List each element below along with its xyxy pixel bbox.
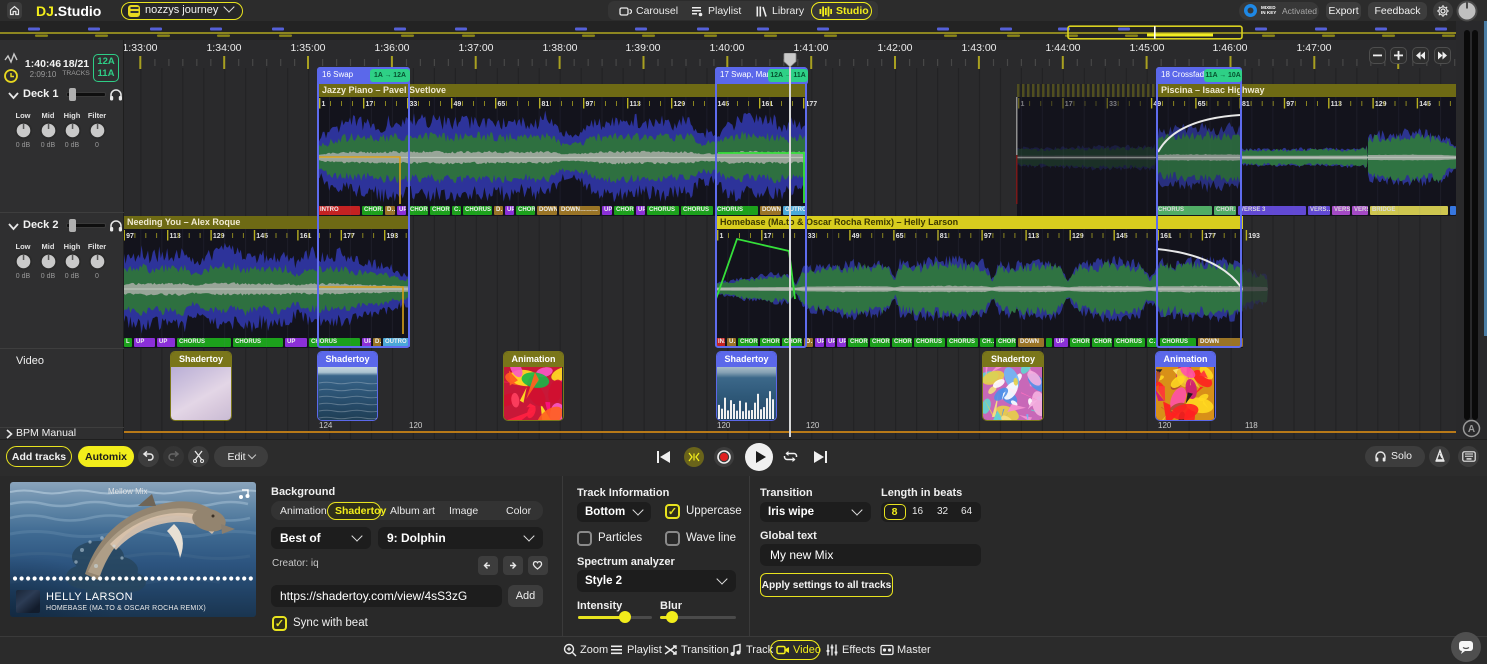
svg-text:A: A <box>1468 424 1475 435</box>
